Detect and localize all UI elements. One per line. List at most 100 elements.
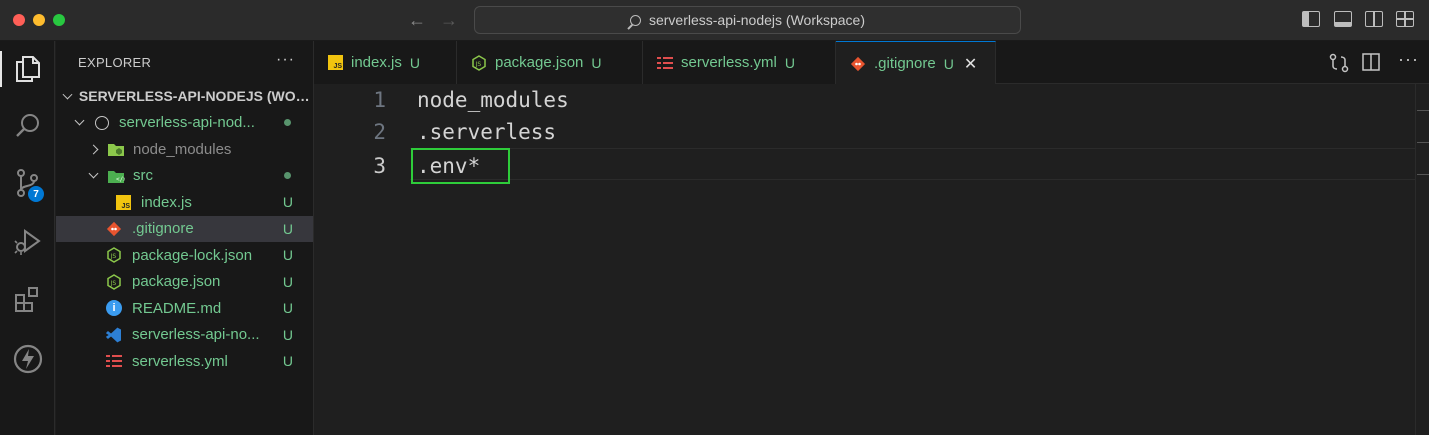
line-text[interactable]: node_modules	[417, 84, 569, 116]
run-debug-icon[interactable]	[0, 217, 55, 265]
code-editor[interactable]: 1 node_modules 2 .serverless 3 .env*	[314, 84, 1429, 435]
git-untracked-indicator: U	[591, 54, 602, 71]
scrollbar-marker	[1417, 142, 1429, 143]
chevron-down-icon	[62, 89, 73, 100]
tree-item-label: src	[133, 167, 153, 185]
git-untracked-indicator: U	[282, 273, 293, 290]
git-untracked-indicator: U	[282, 353, 293, 370]
back-arrow-icon[interactable]: ←	[408, 10, 426, 30]
svg-text:JS: JS	[110, 280, 117, 287]
line-number: 3	[373, 154, 386, 178]
javascript-file-icon: JS	[116, 194, 131, 210]
window-title: serverless-api-nodejs (Workspace)	[648, 12, 866, 28]
line-text[interactable]: .serverless	[417, 116, 556, 148]
line-number: 1	[373, 88, 386, 112]
tree-item-node-modules[interactable]: node_modules	[56, 136, 313, 163]
javascript-file-icon: JS	[328, 55, 343, 70]
maximize-window-button[interactable]	[53, 14, 65, 26]
open-changes-icon[interactable]	[1329, 53, 1349, 77]
more-actions-icon[interactable]: ···	[1398, 49, 1419, 70]
tree-item-serverless-yml[interactable]: serverless.yml U	[56, 348, 313, 375]
yaml-file-icon	[657, 56, 673, 70]
git-untracked-indicator: U	[282, 247, 293, 264]
tab-serverless-yml[interactable]: serverless.yml U	[643, 41, 836, 84]
src-folder-icon: </>	[107, 168, 125, 184]
workspace-root-label: SERVERLESS-API-NODEJS (WOR...	[78, 88, 313, 105]
explorer-icon[interactable]	[0, 45, 55, 93]
tree-item-label: package-lock.json	[132, 246, 253, 264]
tree-item-label: index.js	[141, 193, 192, 211]
tab-label: serverless.yml	[681, 54, 777, 71]
vscode-workspace-file-icon	[106, 327, 122, 343]
forward-arrow-icon[interactable]: →	[440, 10, 458, 30]
git-modified-dot	[284, 119, 291, 127]
scm-changes-badge: 7	[28, 186, 44, 202]
split-editor-icon[interactable]	[1362, 53, 1380, 75]
node-json-file-icon: JS	[471, 54, 487, 71]
tree-item-index-js[interactable]: JS index.js U	[56, 189, 313, 216]
info-file-icon: i	[106, 300, 122, 317]
line-number: 2	[373, 120, 386, 144]
folder-root-label: serverless-api-nod...	[119, 114, 255, 132]
tree-item-gitignore[interactable]: .gitignore U	[56, 215, 313, 242]
scrollbar-marker	[1417, 174, 1429, 175]
explorer-title: EXPLORER	[78, 54, 152, 70]
folder-root-row[interactable]: serverless-api-nod...	[56, 110, 313, 137]
toggle-panel-icon[interactable]	[1334, 11, 1352, 27]
workspace-root-row[interactable]: SERVERLESS-API-NODEJS (WOR...	[56, 83, 313, 110]
yaml-file-icon	[106, 354, 122, 368]
code-line[interactable]: 1 node_modules	[314, 84, 1414, 116]
folder-root-circle-icon	[95, 115, 109, 130]
tree-item-label: serverless.yml	[132, 352, 228, 370]
tree-item-src[interactable]: </> src	[56, 163, 313, 190]
git-file-icon	[106, 221, 122, 237]
customize-layout-icon[interactable]	[1396, 11, 1414, 27]
git-modified-dot	[284, 172, 291, 180]
command-center-search[interactable]: serverless-api-nodejs (Workspace)	[474, 6, 1021, 34]
editor-tab-bar: JS index.js U JS package.json U serverle…	[314, 41, 1429, 85]
tab-package-json[interactable]: JS package.json U	[457, 41, 643, 84]
tab-label: index.js	[351, 54, 402, 71]
tree-item-readme-md[interactable]: i README.md U	[56, 295, 313, 322]
source-control-icon[interactable]: 7	[0, 159, 55, 207]
code-line[interactable]: 2 .serverless	[314, 116, 1414, 148]
search-icon[interactable]	[0, 102, 55, 150]
tree-item-package-lock-json[interactable]: JS package-lock.json U	[56, 242, 313, 269]
tab-index-js[interactable]: JS index.js U	[314, 41, 457, 84]
tree-item-code-workspace[interactable]: serverless-api-no... U	[56, 322, 313, 349]
chevron-down-icon	[88, 168, 99, 179]
node-json-file-icon: JS	[106, 273, 122, 290]
chevron-right-icon	[88, 144, 99, 155]
tree-item-package-json[interactable]: JS package.json U	[56, 269, 313, 296]
editor-scrollbar[interactable]	[1415, 84, 1429, 435]
explorer-header: EXPLORER ···	[56, 41, 313, 83]
serverless-lightning-icon[interactable]	[0, 335, 55, 383]
svg-text:JS: JS	[110, 253, 117, 260]
chevron-down-icon	[74, 115, 85, 126]
search-icon	[629, 14, 641, 26]
toggle-primary-sidebar-icon[interactable]	[1302, 11, 1320, 27]
tree-item-label: package.json	[132, 273, 221, 291]
tab-gitignore[interactable]: .gitignore U ✕	[836, 41, 996, 85]
tree-item-label: serverless-api-no...	[132, 326, 260, 344]
more-actions-icon[interactable]: ···	[276, 51, 295, 69]
close-tab-icon[interactable]: ✕	[964, 54, 977, 74]
explorer-sidebar: EXPLORER ··· SERVERLESS-API-NODEJS (WOR.…	[56, 41, 314, 435]
minimize-window-button[interactable]	[33, 14, 45, 26]
git-untracked-indicator: U	[784, 54, 795, 71]
tree-item-label: node_modules	[133, 140, 232, 158]
toggle-secondary-sidebar-icon[interactable]	[1365, 11, 1383, 27]
git-file-icon	[850, 56, 866, 72]
node-json-file-icon: JS	[106, 247, 122, 264]
git-untracked-indicator: U	[409, 54, 420, 71]
tree-item-label: README.md	[132, 299, 222, 317]
close-window-button[interactable]	[13, 14, 25, 26]
activity-bar: 7	[0, 41, 55, 435]
extensions-icon[interactable]	[0, 276, 55, 324]
scrollbar-marker	[1417, 110, 1429, 111]
node-modules-folder-icon	[107, 141, 125, 157]
annotation-highlight-box	[411, 148, 510, 184]
tab-label: package.json	[495, 54, 584, 71]
svg-text:JS: JS	[475, 61, 482, 68]
git-untracked-indicator: U	[282, 220, 293, 237]
